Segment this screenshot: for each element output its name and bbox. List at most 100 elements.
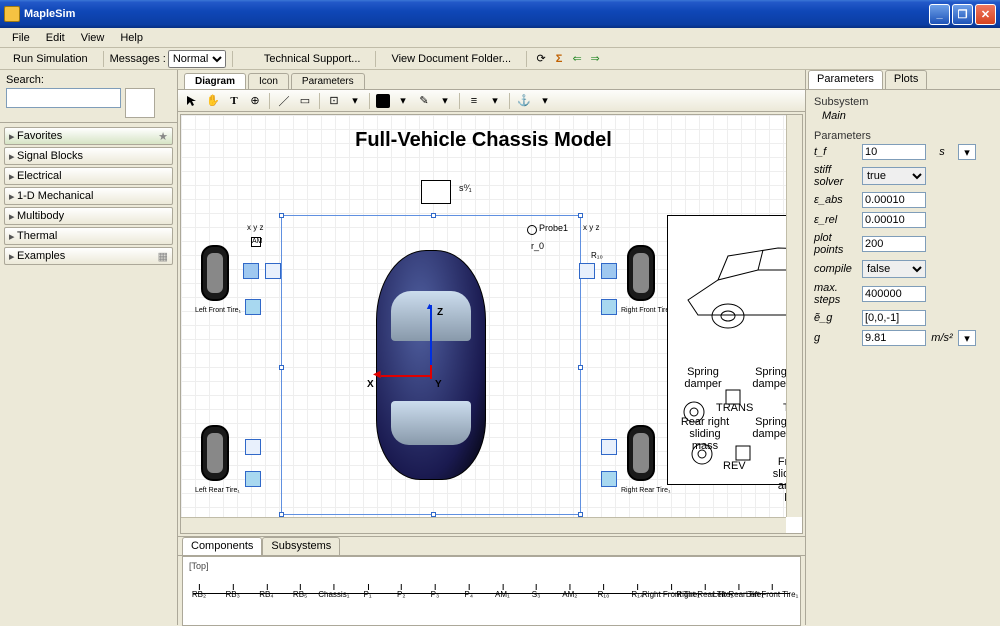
- minimize-button[interactable]: _: [929, 4, 950, 25]
- run-simulation-button[interactable]: Run Simulation: [4, 50, 97, 68]
- param-label: g: [814, 332, 858, 344]
- timeline-item[interactable]: P₁: [364, 590, 372, 599]
- palette-item-favorites[interactable]: ▸Favorites★: [4, 127, 173, 145]
- param-input[interactable]: [862, 144, 926, 160]
- pen-dropdown-icon[interactable]: ▾: [435, 92, 455, 110]
- subsystem-name: Main: [822, 110, 992, 122]
- timeline-item[interactable]: P₃: [431, 590, 440, 599]
- menu-view[interactable]: View: [73, 30, 113, 46]
- timeline-item[interactable]: Left Front Tire₁: [746, 590, 799, 599]
- line-tool-icon[interactable]: ／: [274, 92, 294, 110]
- timeline-item[interactable]: S₃: [532, 590, 541, 599]
- timeline-item[interactable]: P₄: [464, 590, 473, 599]
- refresh-icon[interactable]: ⟳: [533, 51, 549, 67]
- pen-tool-icon[interactable]: ✎: [414, 92, 434, 110]
- messages-label: Messages :: [110, 53, 166, 65]
- view-tab-icon[interactable]: Icon: [248, 73, 289, 89]
- tech-support-button[interactable]: Technical Support...: [255, 50, 370, 68]
- fill-dropdown-icon[interactable]: ▾: [393, 92, 413, 110]
- param-input[interactable]: [862, 310, 926, 326]
- palette-item-1-d-mechanical[interactable]: ▸1-D Mechanical: [4, 187, 173, 205]
- param-select[interactable]: false: [862, 260, 926, 278]
- param-input[interactable]: [862, 330, 926, 346]
- block-rf2[interactable]: [579, 263, 595, 279]
- horizontal-scrollbar[interactable]: [181, 517, 786, 533]
- view-tab-parameters[interactable]: Parameters: [291, 73, 365, 89]
- timeline-item[interactable]: RB₄: [259, 590, 273, 599]
- block-lf1[interactable]: [243, 263, 259, 279]
- unit-dropdown-icon[interactable]: ▾: [958, 330, 976, 346]
- param-input[interactable]: [862, 286, 926, 302]
- timeline-item[interactable]: AM₂: [562, 590, 577, 599]
- right-tab-plots[interactable]: Plots: [885, 70, 927, 89]
- rect-tool-icon[interactable]: ▭: [295, 92, 315, 110]
- param-select[interactable]: true: [862, 167, 926, 185]
- zoom-fit-icon[interactable]: ⊡: [324, 92, 344, 110]
- palette-item-examples[interactable]: ▸Examples▦: [4, 247, 173, 265]
- bottom-tab-subsystems[interactable]: Subsystems: [262, 537, 340, 555]
- timeline-item[interactable]: RB₅: [293, 590, 307, 599]
- lineweight-icon[interactable]: ≡: [464, 92, 484, 110]
- messages-select[interactable]: Normal: [168, 50, 226, 68]
- tire-right-rear[interactable]: [627, 425, 655, 481]
- probe-icon[interactable]: [527, 225, 537, 235]
- bottom-tab-components[interactable]: Components: [182, 537, 262, 555]
- tire-right-front[interactable]: [627, 245, 655, 301]
- palette-item-multibody[interactable]: ▸Multibody: [4, 207, 173, 225]
- block-lr1[interactable]: [245, 439, 261, 455]
- menubar: File Edit View Help: [0, 28, 1000, 48]
- timeline-item[interactable]: P₂: [397, 590, 405, 599]
- block-lf2[interactable]: [265, 263, 281, 279]
- timeline-item[interactable]: AM₁: [495, 590, 510, 599]
- pointer-tool-icon[interactable]: [182, 92, 202, 110]
- tire-left-front[interactable]: [201, 245, 229, 301]
- palette-item-signal-blocks[interactable]: ▸Signal Blocks: [4, 147, 173, 165]
- probe-tool-icon[interactable]: ⊕: [245, 92, 265, 110]
- back-icon[interactable]: ⇐: [569, 51, 585, 67]
- breadcrumb[interactable]: [Top]: [189, 561, 209, 571]
- text-tool-icon[interactable]: T: [224, 92, 244, 110]
- param-input[interactable]: [862, 236, 926, 252]
- palette-item-thermal[interactable]: ▸Thermal: [4, 227, 173, 245]
- menu-help[interactable]: Help: [112, 30, 151, 46]
- titlebar: MapleSim _ ❐ ✕: [0, 0, 1000, 28]
- param-input[interactable]: [862, 212, 926, 228]
- source-block[interactable]: [421, 180, 451, 204]
- parameters-panel: ParametersPlots Subsystem Main Parameter…: [805, 70, 1000, 625]
- anchor-tool-icon[interactable]: ⚓: [514, 92, 534, 110]
- forward-icon[interactable]: ⇒: [587, 51, 603, 67]
- diagram-canvas[interactable]: Full-Vehicle Chassis Model s⁰⁄₁: [181, 115, 786, 517]
- timeline-item[interactable]: RB₂: [192, 590, 206, 599]
- view-doc-folder-button[interactable]: View Document Folder...: [382, 50, 520, 68]
- block-lf3[interactable]: [245, 299, 261, 315]
- lineweight-dropdown-icon[interactable]: ▾: [485, 92, 505, 110]
- fill-black-icon[interactable]: [376, 94, 390, 108]
- sum-icon[interactable]: Σ: [551, 51, 567, 67]
- vertical-scrollbar[interactable]: [786, 115, 802, 517]
- block-lr2[interactable]: [245, 471, 261, 487]
- zoom-dropdown-icon[interactable]: ▾: [345, 92, 365, 110]
- timeline-item[interactable]: R₁₀: [598, 590, 610, 599]
- timeline-item[interactable]: Chassis₁: [318, 590, 349, 599]
- maximize-button[interactable]: ❐: [952, 4, 973, 25]
- right-tab-parameters[interactable]: Parameters: [808, 70, 883, 89]
- param-label: compile: [814, 263, 858, 275]
- hand-tool-icon[interactable]: ✋: [203, 92, 223, 110]
- unit-dropdown-icon[interactable]: ▾: [958, 144, 976, 160]
- tire-left-rear[interactable]: [201, 425, 229, 481]
- view-tab-diagram[interactable]: Diagram: [184, 73, 246, 89]
- menu-edit[interactable]: Edit: [38, 30, 73, 46]
- param-label: plot points: [814, 232, 858, 256]
- block-rf1[interactable]: [601, 263, 617, 279]
- block-rr2[interactable]: [601, 471, 617, 487]
- palette-item-electrical[interactable]: ▸Electrical: [4, 167, 173, 185]
- timeline-item[interactable]: RB₃: [225, 590, 239, 599]
- param-input[interactable]: [862, 192, 926, 208]
- close-button[interactable]: ✕: [975, 4, 996, 25]
- menu-file[interactable]: File: [4, 30, 38, 46]
- block-rf3[interactable]: [601, 299, 617, 315]
- anchor-dropdown-icon[interactable]: ▾: [535, 92, 555, 110]
- search-input[interactable]: [6, 88, 121, 108]
- block-rr1[interactable]: [601, 439, 617, 455]
- param-row: ε_abs: [814, 192, 992, 208]
